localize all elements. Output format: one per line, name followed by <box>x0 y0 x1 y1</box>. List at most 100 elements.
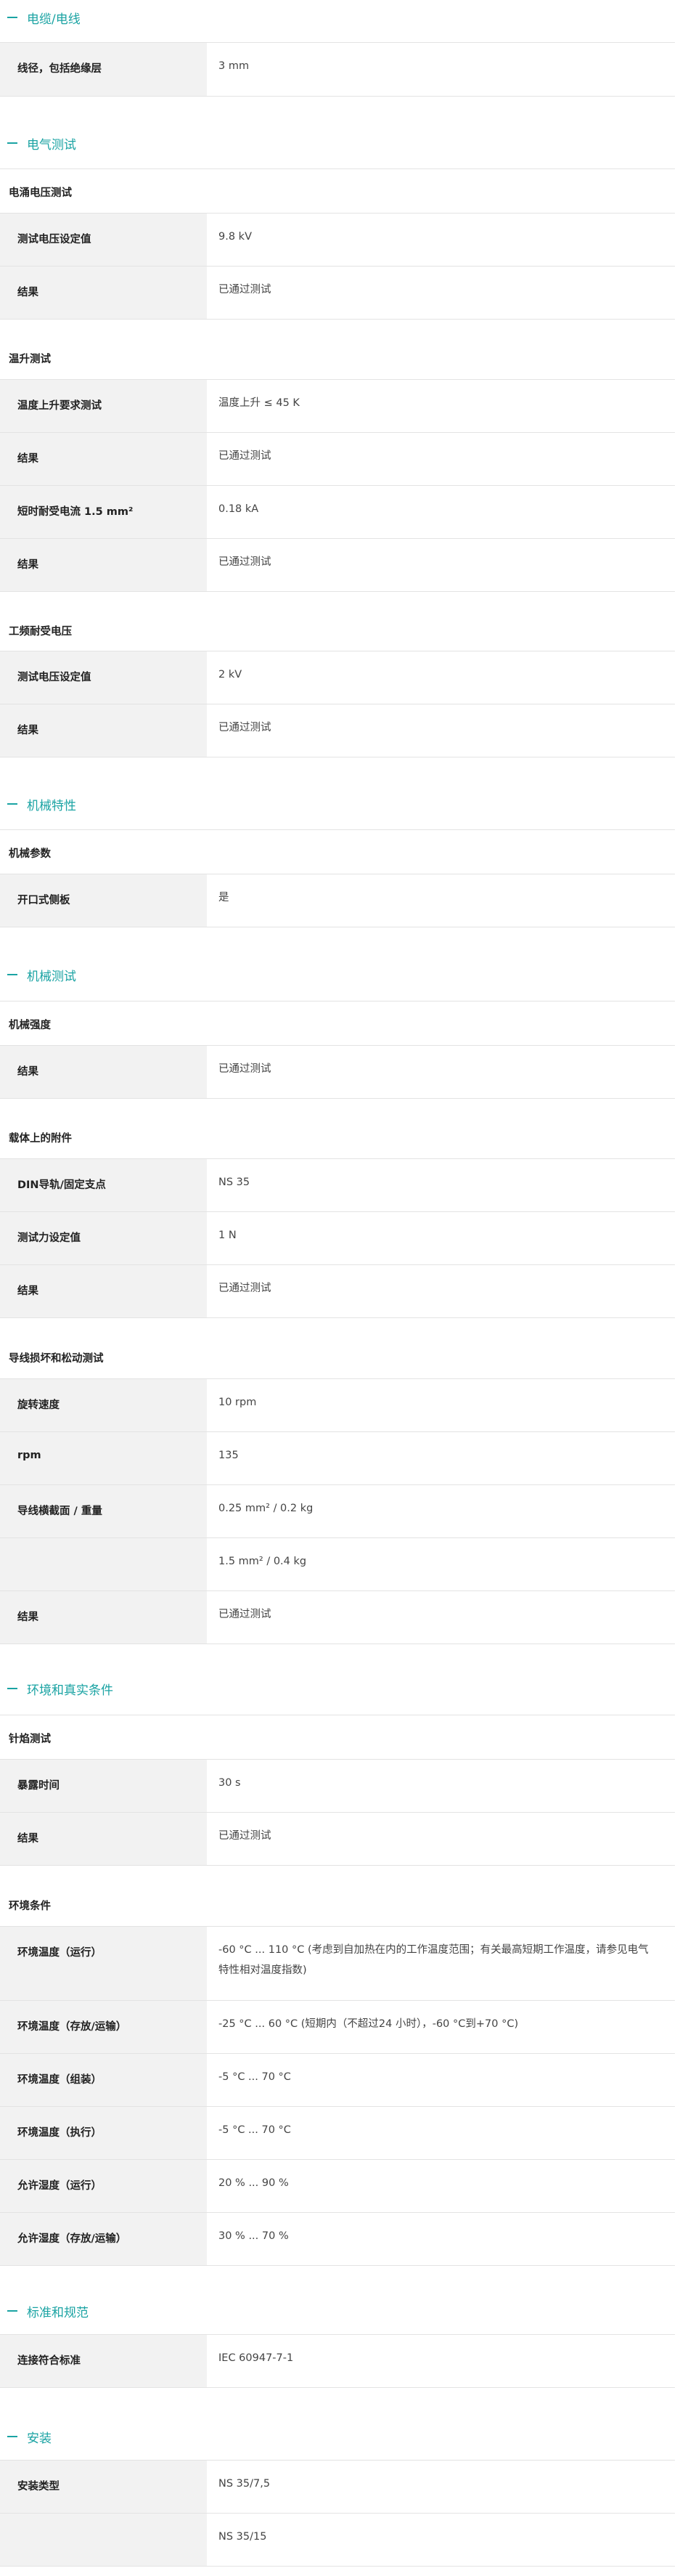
spec-label: rpm <box>0 1432 207 1484</box>
spec-row: 结果 已通过测试 <box>0 1813 675 1866</box>
spec-value: 0.18 kA <box>218 503 259 515</box>
spec-label: 旋转速度 <box>0 1379 207 1431</box>
spec-row: 结果 已通过测试 <box>0 1591 675 1644</box>
collapse-dash-icon <box>7 17 17 18</box>
spec-value: 已通过测试 <box>218 1063 271 1075</box>
spec-value: NS 35/7,5 <box>218 2478 271 2490</box>
group-heading: 工频耐受电压 <box>9 625 72 638</box>
spec-value: 温度上升 ≤ 45 K <box>218 397 300 409</box>
spec-row: 开口式侧板 是 <box>0 874 675 927</box>
spec-label: 环境温度（存放/运输） <box>0 2001 207 2053</box>
spec-row: 允许湿度（运行） 20 % ... 90 % <box>0 2160 675 2213</box>
spec-value: 1.5 mm² / 0.4 kg <box>218 1556 307 1567</box>
spec-row: 结果 已通过测试 <box>0 433 675 486</box>
spec-label: 环境温度（组装） <box>0 2054 207 2106</box>
section-title: 机械特性 <box>27 798 76 813</box>
spec-label: 导线横截面 / 重量 <box>0 1485 207 1537</box>
section-title: 环境和真实条件 <box>27 1683 113 1698</box>
spec-row: 允许湿度（存放/运输） 30 % ... 70 % <box>0 2213 675 2266</box>
spec-value: -5 °C ... 70 °C <box>218 2071 291 2083</box>
spec-row: 环境温度（存放/运输） -25 °C ... 60 °C (短期内（不超过24 … <box>0 2001 675 2054</box>
spec-value: -60 °C ... 110 °C (考虑到自加热在内的工作温度范围；有关最高短… <box>218 1944 649 1976</box>
collapse-dash-icon <box>7 2310 17 2312</box>
spec-value: NS 35/15 <box>218 2531 267 2543</box>
section-environment[interactable]: 环境和真实条件 <box>0 1674 680 1703</box>
section-title: 标准和规范 <box>27 2305 89 2320</box>
section-installation[interactable]: 安装 <box>0 2422 680 2451</box>
spec-label: 开口式侧板 <box>0 874 207 927</box>
section-standards[interactable]: 标准和规范 <box>0 2296 680 2325</box>
section-title: 电缆/电线 <box>27 12 81 27</box>
spec-row: 测试电压设定值 9.8 kV <box>0 214 675 267</box>
spec-value: -25 °C ... 60 °C (短期内（不超过24 小时），-60 °C到+… <box>218 2018 519 2030</box>
spec-row: 导线横截面 / 重量 0.25 mm² / 0.2 kg <box>0 1485 675 1538</box>
spec-row: 结果 已通过测试 <box>0 1046 675 1099</box>
spec-value: 1 N <box>218 1230 237 1241</box>
spec-row: 1.5 mm² / 0.4 kg <box>0 1538 675 1591</box>
spec-row: 测试电压设定值 2 kV <box>0 651 675 704</box>
spec-value: 已通过测试 <box>218 1283 271 1294</box>
section-mechanical-tests[interactable]: 机械测试 <box>0 960 680 989</box>
spec-label: 环境温度（执行） <box>0 2107 207 2159</box>
spec-value: 3 mm <box>218 60 250 72</box>
spec-value: 20 % ... 90 % <box>218 2177 289 2189</box>
spec-row: 环境温度（运行） -60 °C ... 110 °C (考虑到自加热在内的工作温… <box>0 1927 675 2001</box>
spec-label: 连接符合标准 <box>0 2335 207 2387</box>
spec-page: 电缆/电线 线径，包括绝缘层 3 mm 电气测试 电涌电压测试 测试电压设定值 … <box>0 0 680 2576</box>
collapse-dash-icon <box>7 1688 17 1689</box>
spec-label: 允许湿度（运行） <box>0 2160 207 2212</box>
spec-value: 已通过测试 <box>218 722 271 734</box>
group-heading: 环境条件 <box>9 1900 51 1912</box>
spec-value: 0.25 mm² / 0.2 kg <box>218 1503 314 1514</box>
spec-label: 测试电压设定值 <box>0 651 207 704</box>
spec-value: 已通过测试 <box>218 1609 271 1620</box>
section-title: 安装 <box>27 2431 52 2446</box>
spec-label: 安装类型 <box>0 2461 207 2513</box>
spec-label: 暴露时间 <box>0 1760 207 1812</box>
group-heading: 温升测试 <box>9 353 51 365</box>
group-heading: 导线损坏和松动测试 <box>9 1352 104 1365</box>
section-cable[interactable]: 电缆/电线 <box>0 3 680 32</box>
spec-row: 结果 已通过测试 <box>0 1265 675 1318</box>
group-heading: 针焰测试 <box>9 1733 51 1745</box>
spec-label-empty <box>0 2514 207 2566</box>
spec-row: 旋转速度 10 rpm <box>0 1379 675 1432</box>
spec-label-empty <box>0 1538 207 1590</box>
collapse-dash-icon <box>7 803 17 805</box>
spec-row: NS 35/15 <box>0 2514 675 2567</box>
spec-value: 已通过测试 <box>218 1830 271 1842</box>
group-heading: 载体上的附件 <box>9 1132 72 1145</box>
spec-label: DIN导轨/固定支点 <box>0 1159 207 1211</box>
spec-row: 环境温度（组装） -5 °C ... 70 °C <box>0 2054 675 2107</box>
collapse-dash-icon <box>7 142 17 144</box>
spec-value: 30 s <box>218 1777 241 1789</box>
spec-label: 结果 <box>0 539 207 591</box>
spec-label: 环境温度（运行） <box>0 1927 207 2000</box>
spec-label: 短时耐受电流 1.5 mm² <box>0 486 207 538</box>
section-electrical[interactable]: 电气测试 <box>0 129 680 158</box>
group-heading: 机械强度 <box>9 1019 51 1031</box>
collapse-dash-icon <box>7 974 17 975</box>
spec-row: 暴露时间 30 s <box>0 1760 675 1813</box>
spec-label: 温度上升要求测试 <box>0 380 207 432</box>
spec-label: 线径，包括绝缘层 <box>0 43 207 96</box>
spec-row: 连接符合标准 IEC 60947-7-1 <box>0 2335 675 2388</box>
spec-label: 测试力设定值 <box>0 1212 207 1264</box>
spec-row: 结果 已通过测试 <box>0 267 675 320</box>
spec-value: 2 kV <box>218 669 242 680</box>
spec-row: 结果 已通过测试 <box>0 704 675 757</box>
spec-row: 环境温度（执行） -5 °C ... 70 °C <box>0 2107 675 2160</box>
spec-value: 已通过测试 <box>218 284 271 296</box>
spec-row: 线径，包括绝缘层 3 mm <box>0 43 675 97</box>
spec-row: DIN导轨/固定支点 NS 35 <box>0 1159 675 1212</box>
section-title: 机械测试 <box>27 969 76 984</box>
section-title: 电气测试 <box>27 137 76 153</box>
spec-label: 结果 <box>0 1591 207 1643</box>
spec-value: NS 35 <box>218 1177 250 1188</box>
spec-value: 30 % ... 70 % <box>218 2230 289 2242</box>
group-heading: 机械参数 <box>9 848 51 860</box>
spec-row: 安装类型 NS 35/7,5 <box>0 2461 675 2514</box>
group-heading: 电涌电压测试 <box>9 187 72 199</box>
section-mechanical-properties[interactable]: 机械特性 <box>0 789 680 818</box>
spec-row: 短时耐受电流 1.5 mm² 0.18 kA <box>0 486 675 539</box>
